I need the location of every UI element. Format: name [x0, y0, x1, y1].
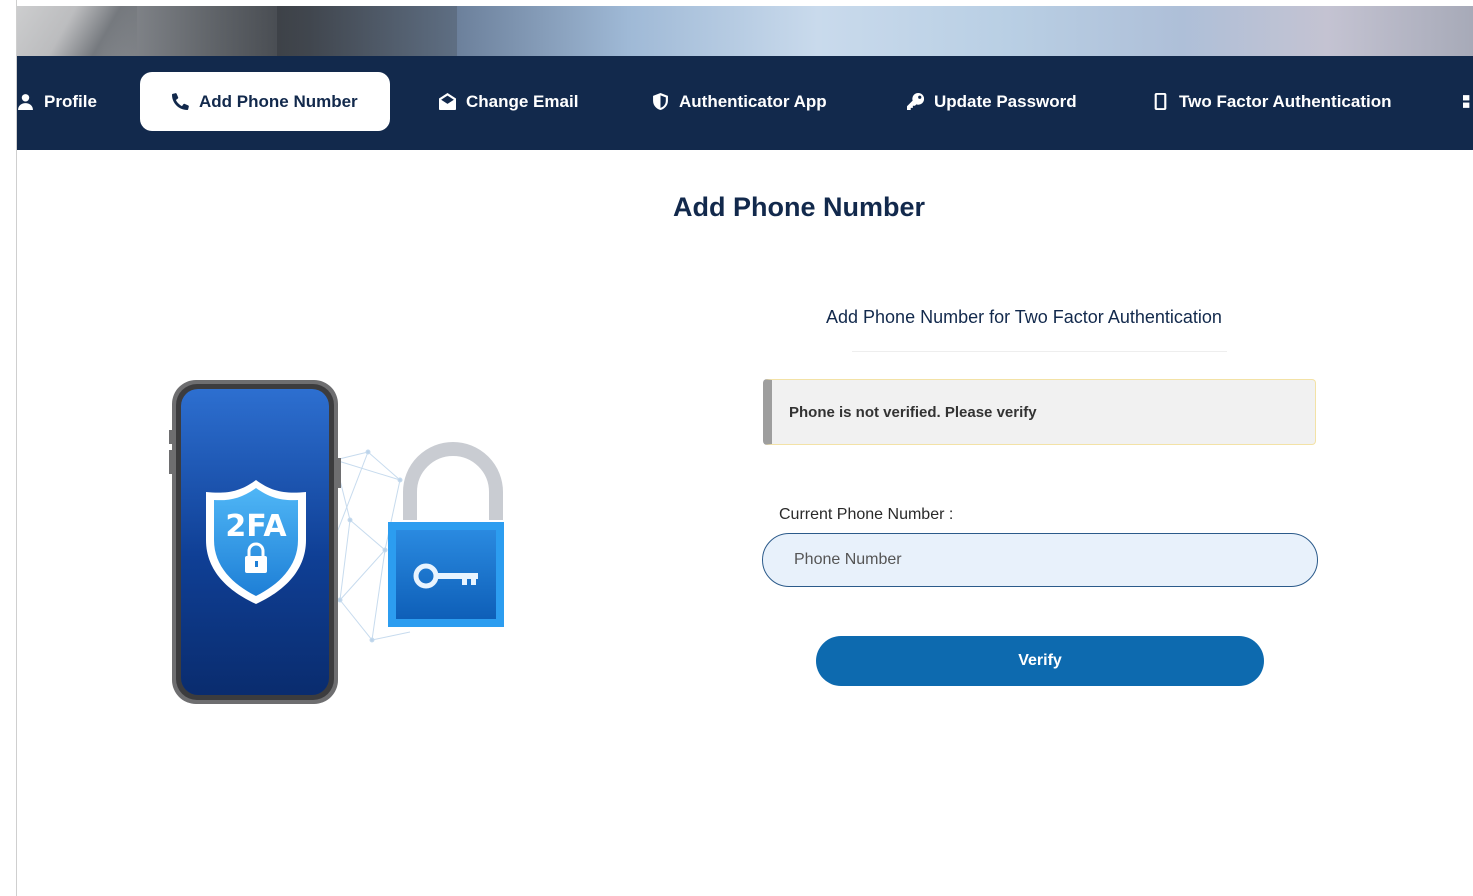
tab-label: Two Factor Authentication	[1179, 91, 1392, 111]
tab-overflow[interactable]	[1463, 72, 1473, 131]
tab-label: Profile	[44, 91, 97, 111]
phone-icon	[172, 93, 189, 110]
banner-shade-mid	[277, 6, 457, 56]
two-factor-illustration: 2FA	[169, 380, 504, 704]
shield-icon	[653, 93, 668, 110]
page-title: Add Phone Number	[673, 192, 926, 222]
subtitle-divider	[852, 351, 1227, 352]
tab-label: Add Phone Number	[199, 91, 358, 111]
app-window: Profile Add Phone Number Change Email Au…	[0, 0, 1473, 896]
tab-two-factor-authentication[interactable]: Two Factor Authentication	[1152, 72, 1392, 131]
user-icon	[18, 94, 33, 110]
left-gutter	[0, 0, 17, 896]
phone-number-input[interactable]	[762, 533, 1318, 587]
overflow-icon	[1463, 95, 1470, 108]
envelope-open-icon	[439, 93, 456, 110]
key-icon	[907, 93, 924, 110]
tab-add-phone-number[interactable]: Add Phone Number	[140, 72, 390, 131]
mobile-icon	[1154, 93, 1167, 110]
shield-label: 2FA	[225, 509, 287, 544]
verify-button[interactable]: Verify	[816, 636, 1264, 686]
tab-authenticator-app[interactable]: Authenticator App	[652, 72, 827, 131]
tab-profile[interactable]: Profile	[17, 72, 97, 131]
form-subtitle: Add Phone Number for Two Factor Authenti…	[826, 307, 1222, 327]
verification-alert: Phone is not verified. Please verify	[763, 379, 1316, 445]
tab-update-password[interactable]: Update Password	[907, 72, 1077, 131]
tab-change-email[interactable]: Change Email	[439, 72, 578, 131]
account-settings-nav: Profile Add Phone Number Change Email Au…	[17, 56, 1473, 150]
banner-shade-left	[17, 6, 137, 56]
tab-label: Change Email	[466, 91, 579, 111]
tab-label: Authenticator App	[679, 91, 827, 111]
tab-label: Update Password	[934, 91, 1077, 111]
phone-number-label: Current Phone Number :	[779, 506, 954, 523]
header-banner-image	[17, 6, 1473, 56]
